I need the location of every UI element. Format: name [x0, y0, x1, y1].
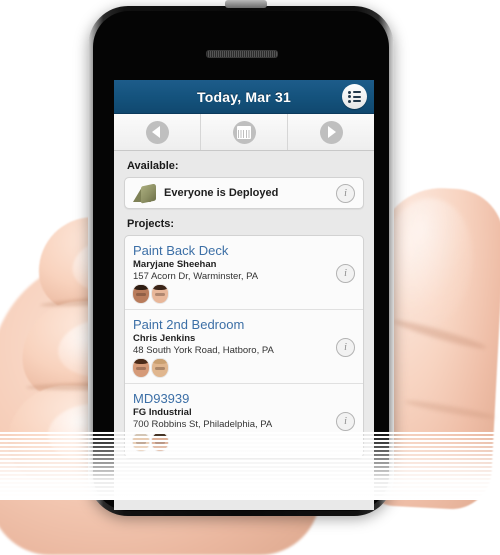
info-icon[interactable]: i: [336, 411, 355, 431]
screen-content: Available: Everyone is Deployed i Projec…: [114, 160, 374, 458]
list-item[interactable]: Paint 2nd Bedroom Chris Jenkins 48 South…: [125, 310, 363, 384]
project-client: Chris Jenkins: [133, 333, 196, 344]
available-status-text: Everyone is Deployed: [164, 187, 279, 199]
avatar: [152, 359, 168, 377]
available-row[interactable]: Everyone is Deployed i: [125, 178, 363, 208]
available-heading: Available:: [127, 160, 179, 172]
avatar: [133, 359, 149, 377]
calendar-icon: [232, 120, 256, 144]
page-title: Today, Mar 31: [197, 88, 291, 105]
info-icon[interactable]: i: [336, 337, 355, 357]
info-icon[interactable]: i: [336, 263, 355, 283]
list-item[interactable]: Paint Back Deck Maryjane Sheehan 157 Aco…: [125, 236, 363, 310]
avatar: [133, 285, 149, 303]
project-client: FG Industrial: [133, 407, 192, 418]
project-details: Paint Back Deck Maryjane Sheehan 157 Aco…: [133, 243, 336, 303]
chevron-left-icon: [145, 120, 169, 144]
projects-heading: Projects:: [127, 218, 175, 230]
date-navigation-bar: [114, 114, 374, 151]
avatar: [152, 285, 168, 303]
project-details: Paint 2nd Bedroom Chris Jenkins 48 South…: [133, 317, 336, 377]
next-day-button[interactable]: [288, 114, 374, 150]
bottom-fade-overlay: [0, 430, 500, 500]
projects-card: Paint Back Deck Maryjane Sheehan 157 Aco…: [124, 235, 364, 458]
thumb-crease: [392, 316, 488, 353]
tent-icon: [133, 182, 157, 204]
project-address: 48 South York Road, Hatboro, PA: [133, 345, 274, 356]
app-title-bar: Today, Mar 31: [114, 80, 374, 114]
calendar-button[interactable]: [201, 114, 288, 150]
project-client: Maryjane Sheehan: [133, 259, 217, 270]
assigned-avatars: [133, 359, 336, 377]
earpiece-speaker-icon: [206, 50, 278, 58]
menu-button[interactable]: [342, 84, 367, 109]
info-icon[interactable]: i: [336, 183, 355, 203]
project-title: Paint Back Deck: [133, 243, 229, 258]
chevron-right-icon: [319, 120, 343, 144]
available-card: Everyone is Deployed i: [124, 177, 364, 209]
project-address: 157 Acorn Dr, Warminster, PA: [133, 271, 259, 282]
project-address: 700 Robbins St, Philadelphia, PA: [133, 419, 273, 430]
power-button[interactable]: [225, 0, 267, 8]
list-menu-icon: [347, 90, 362, 103]
thumb-crease: [404, 398, 496, 421]
previous-day-button[interactable]: [114, 114, 201, 150]
project-title: Paint 2nd Bedroom: [133, 317, 245, 332]
assigned-avatars: [133, 285, 336, 303]
project-title: MD93939: [133, 391, 190, 406]
